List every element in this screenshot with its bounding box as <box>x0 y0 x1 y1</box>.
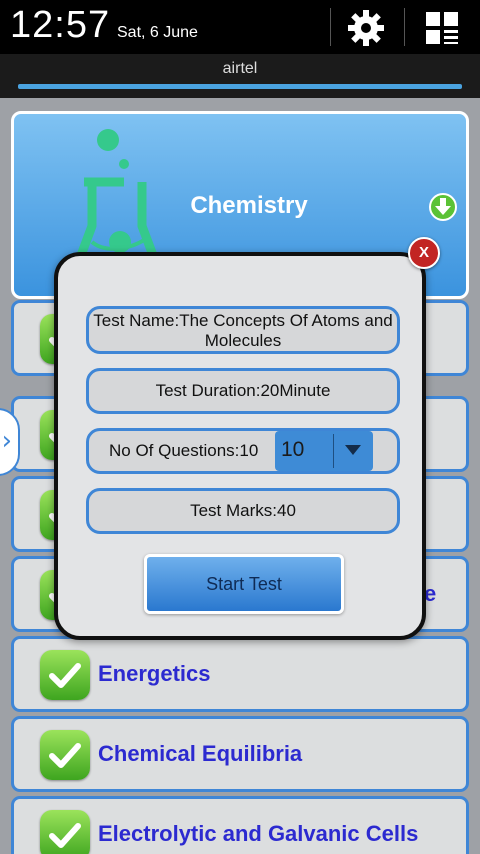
dropdown-arrow-icon <box>345 445 361 455</box>
test-marks-field: Test Marks:40 <box>86 488 400 534</box>
list-item-label: Electrolytic and Galvanic Cells <box>98 821 419 846</box>
check-icon <box>40 730 90 780</box>
questions-select[interactable]: 10 <box>275 431 373 471</box>
gear-icon[interactable] <box>346 8 386 48</box>
page-title: Chemistry <box>190 192 308 219</box>
carrier-indicator <box>18 84 462 89</box>
list-item-label: Chemical Equilibria <box>98 741 303 766</box>
questions-selected-value: 10 <box>281 438 305 461</box>
carrier-name: airtel <box>222 60 258 77</box>
status-separator <box>404 8 405 46</box>
carrier-bar: airtel <box>0 54 480 98</box>
clock: 12:57 <box>10 4 111 46</box>
test-details-dialog: Test Name:The Concepts Of Atoms and Mole… <box>54 252 426 640</box>
download-icon[interactable] <box>428 192 458 222</box>
status-separator <box>330 8 331 46</box>
close-button[interactable]: X <box>408 237 440 269</box>
questions-label: No Of Questions:10 <box>109 441 259 460</box>
list-item[interactable]: Chemical Equilibria <box>11 716 469 792</box>
status-bar: 12:57 Sat, 6 June <box>0 0 480 54</box>
list-item-label: Energetics <box>98 661 211 686</box>
quick-settings-icon[interactable] <box>424 10 460 46</box>
list-item[interactable]: Electrolytic and Galvanic Cells <box>11 796 469 854</box>
questions-field: No Of Questions:10 10 <box>86 428 400 474</box>
date: Sat, 6 June <box>117 24 198 41</box>
check-icon <box>40 810 90 854</box>
check-icon <box>40 650 90 700</box>
list-item[interactable]: Energetics <box>11 636 469 712</box>
start-test-button[interactable]: Start Test <box>144 554 344 614</box>
test-name-field: Test Name:The Concepts Of Atoms and Mole… <box>86 306 400 354</box>
chevron-right-icon: › <box>1 426 12 456</box>
test-duration-field: Test Duration:20Minute <box>86 368 400 414</box>
select-divider <box>333 434 334 468</box>
